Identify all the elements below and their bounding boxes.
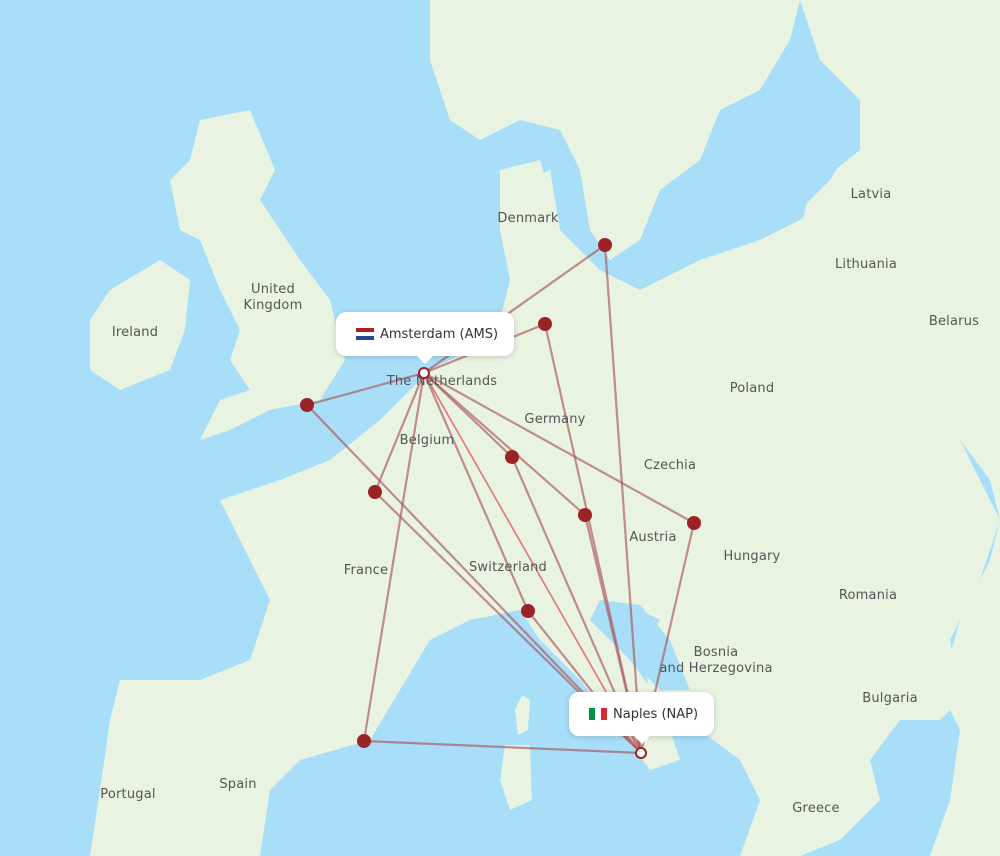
airport-marker-copenhagen-malmo[interactable] <box>598 238 612 252</box>
country-label-austria: Austria <box>629 530 677 545</box>
destination-callout[interactable]: Naples (NAP) <box>569 692 715 744</box>
country-label-belgium: Belgium <box>399 433 455 448</box>
netherlands-flag-icon <box>356 328 374 340</box>
origin-callout[interactable]: Amsterdam (AMS) <box>336 312 515 364</box>
country-label-france: France <box>343 563 389 578</box>
country-label-latvia: Latvia <box>850 187 892 202</box>
airport-marker-frankfurt[interactable] <box>505 450 519 464</box>
country-label-ireland: Ireland <box>111 325 159 340</box>
airport-marker-bristol[interactable] <box>300 398 314 412</box>
country-label-germany: Germany <box>524 412 586 427</box>
destination-airport-marker[interactable] <box>635 747 647 759</box>
airport-marker-barcelona[interactable] <box>357 734 371 748</box>
country-label-spain: Spain <box>219 777 257 792</box>
country-label-greece: Greece <box>792 801 840 816</box>
origin-airport-marker[interactable] <box>418 367 430 379</box>
italy-flag-icon <box>589 708 607 720</box>
country-label-uk: United Kingdom <box>243 282 303 313</box>
country-label-portugal: Portugal <box>100 787 156 802</box>
country-label-bosnia: Bosnia and Herzegovina <box>659 645 773 676</box>
country-label-netherlands: The Netherlands <box>386 374 498 389</box>
country-label-romania: Romania <box>838 588 898 603</box>
country-label-poland: Poland <box>729 381 775 396</box>
airport-marker-vienna-bratislava[interactable] <box>687 516 701 530</box>
country-label-belarus: Belarus <box>928 314 980 329</box>
route-map[interactable] <box>0 0 1000 856</box>
country-label-lithuania: Lithuania <box>834 257 898 272</box>
airport-marker-hamburg[interactable] <box>538 317 552 331</box>
airport-marker-milan[interactable] <box>521 604 535 618</box>
airport-marker-munich[interactable] <box>578 508 592 522</box>
country-label-bulgaria: Bulgaria <box>862 691 918 706</box>
airport-marker-paris[interactable] <box>368 485 382 499</box>
country-label-denmark: Denmark <box>497 211 559 226</box>
destination-label: Naples (NAP) <box>613 706 699 722</box>
country-label-czechia: Czechia <box>643 458 697 473</box>
origin-label: Amsterdam (AMS) <box>380 326 499 342</box>
country-label-hungary: Hungary <box>723 549 781 564</box>
country-label-switzerland: Switzerland <box>468 560 548 575</box>
